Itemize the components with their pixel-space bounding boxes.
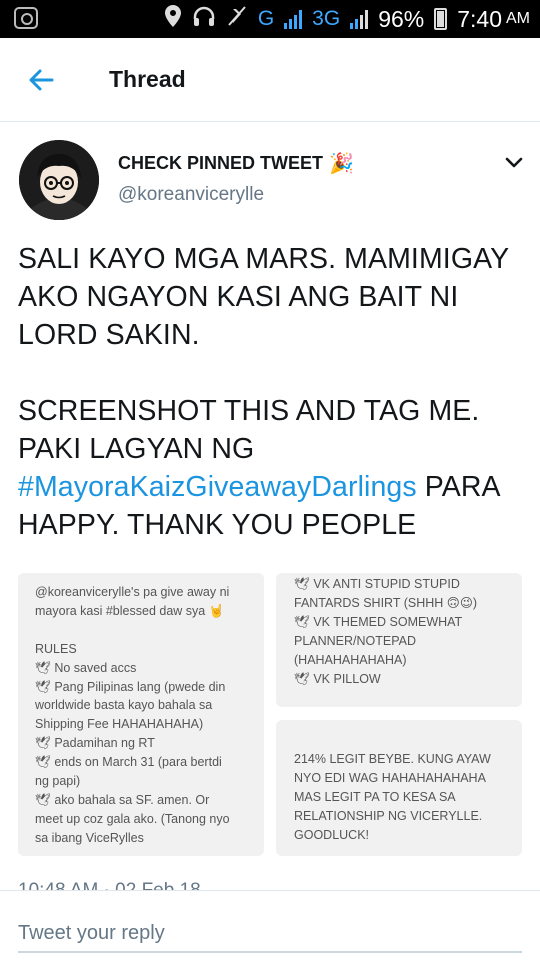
- image-text-line: 🕊 VK THEMED SOMEWHAT: [294, 614, 463, 629]
- image-text-line: 🕊 VK ANTI STUPID STUPID: [294, 577, 460, 591]
- image-text-line: meet up coz gala ako. (Tanong nyo: [35, 811, 230, 826]
- status-bar-right: G 3G 96% 7:40 AM: [164, 0, 530, 38]
- tweet-text-segment: SCREENSHOT THIS AND TAG ME. PAKI LAGYAN …: [18, 395, 480, 465]
- reply-input[interactable]: [18, 915, 522, 953]
- image-text-line: RELATIONSHIP NG VICERYLLE.: [294, 808, 483, 823]
- image-text-line: 🕊 ends on March 31 (para bertdi: [35, 755, 222, 770]
- avatar[interactable]: [19, 140, 99, 220]
- instagram-icon: [14, 7, 38, 29]
- image-text-line: GOODLUCK!: [294, 827, 370, 842]
- tweet-paragraph-2: SCREENSHOT THIS AND TAG ME. PAKI LAGYAN …: [18, 392, 528, 544]
- clock-ampm: AM: [506, 10, 530, 27]
- party-popper-icon: 🎉: [329, 153, 354, 175]
- image-text-line: NYO EDI WAG HAHAHAHAHAHA: [294, 770, 486, 785]
- headset-icon: [192, 5, 216, 33]
- image-text-line: MAS LEGIT PA TO KESA SA: [294, 789, 456, 804]
- image-text-line: RULES: [35, 641, 77, 656]
- clock-time: 7:40: [457, 5, 502, 32]
- image-text-line: @koreanvicerylle's pa give away ni: [35, 585, 230, 599]
- display-name[interactable]: CHECK PINNED TWEET 🎉: [118, 151, 354, 176]
- image-text-line: Shipping Fee HAHAHAHAHA): [35, 717, 204, 732]
- image-text-line: worldwide basta kayo bahala sa: [35, 698, 213, 713]
- image-text-line: 🕊 VK PILLOW: [294, 671, 381, 686]
- image-text-line: 214% LEGIT BEYBE. KUNG AYAW: [294, 752, 491, 766]
- image-text-line: (HAHAHAHAHAHA): [294, 652, 407, 667]
- reply-bar: [0, 890, 540, 960]
- signal-icon: [284, 9, 303, 29]
- mute-icon: [226, 5, 248, 33]
- image-text-line: 🕊 Padamihan ng RT: [35, 736, 155, 751]
- image-text-line: 🕊 ako bahala sa SF. amen. Or: [35, 792, 210, 807]
- image-text-line: [35, 621, 256, 640]
- battery-icon: [434, 8, 448, 30]
- location-icon: [164, 4, 182, 34]
- status-bar: G 3G 96% 7:40 AM: [0, 0, 540, 38]
- image-text-line: 🕊 No saved accs: [35, 660, 137, 675]
- image-text-line: PLANNER/NOTEPAD: [294, 633, 417, 648]
- tweet-menu-button[interactable]: [504, 153, 524, 173]
- back-button[interactable]: [24, 62, 60, 98]
- back-arrow-icon: [29, 69, 54, 91]
- tweet-text: SALI KAYO MGA MARS. MAMIMIGAY AKO NGAYON…: [18, 240, 528, 544]
- image-text-line: sa ibang ViceRylles: [35, 830, 144, 845]
- battery-percent: 96%: [378, 5, 425, 32]
- chevron-down-icon: [505, 157, 523, 168]
- tweet-image-1[interactable]: @koreanvicerylle's pa give away ni mayora…: [18, 573, 264, 856]
- tweet-paragraph-1: SALI KAYO MGA MARS. MAMIMIGAY AKO NGAYON…: [18, 243, 509, 351]
- app-header: Thread: [0, 38, 540, 122]
- tweet-image-2[interactable]: 🕊 VK ANTI STUPID STUPID FANTARDS SHIRT (S…: [276, 573, 522, 707]
- network-g-label: G: [257, 7, 275, 30]
- hashtag-link[interactable]: #MayoraKaizGiveawayDarlings: [18, 471, 417, 503]
- image-text-line: mayora kasi #blessed daw sya 🤘: [35, 603, 225, 618]
- network-3g-label: 3G: [312, 7, 341, 30]
- display-name-text: CHECK PINNED TWEET: [118, 153, 324, 173]
- signal-icon: [350, 9, 369, 29]
- tweet-image-3[interactable]: 214% LEGIT BEYBE. KUNG AYAW NYO EDI WAG H…: [276, 720, 522, 856]
- page-title: Thread: [109, 66, 186, 92]
- user-handle[interactable]: @koreanvicerylle: [118, 184, 264, 206]
- image-text-line: ng papi): [35, 774, 81, 789]
- image-text-line: 🕊 Pang Pilipinas lang (pwede din: [35, 679, 226, 694]
- image-text-line: FANTARDS SHIRT (SHHH 🙃😉): [294, 595, 478, 610]
